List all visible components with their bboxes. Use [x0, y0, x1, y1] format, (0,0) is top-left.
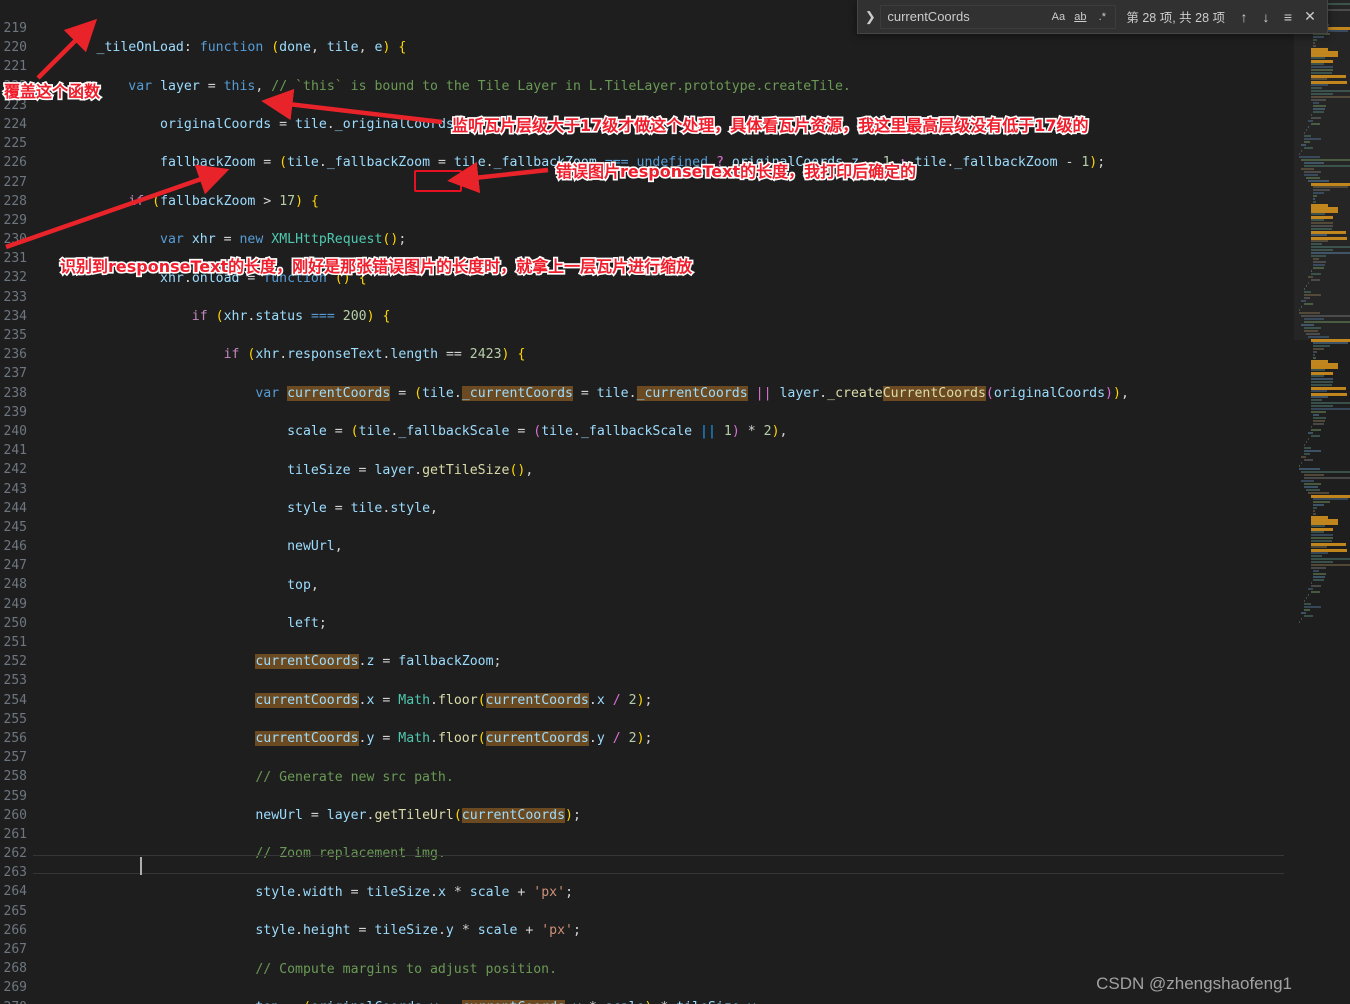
line-number: 255 — [3, 711, 27, 727]
line-number: 256 — [3, 730, 27, 746]
watermark: CSDN @zhengshaofeng1 — [1096, 974, 1292, 993]
annotation-1: 覆盖这个函数 — [2, 80, 101, 102]
line-number: 249 — [3, 596, 27, 612]
close-icon[interactable]: ✕ — [1299, 6, 1321, 28]
line-number: 254 — [3, 692, 27, 708]
line-number: 221 — [3, 59, 27, 75]
line-number: 232 — [3, 270, 27, 286]
annotation-3: 错误图片responseText的长度，我打印后确定的 — [554, 160, 917, 182]
line-number: 239 — [3, 404, 27, 420]
line-number: 268 — [3, 961, 27, 977]
line-number: 243 — [3, 481, 27, 497]
find-options[interactable]: Aa ab .* — [1048, 7, 1112, 27]
line-number: 264 — [3, 884, 27, 900]
line-number: 269 — [3, 980, 27, 996]
line-number: 229 — [3, 212, 27, 228]
line-number: 247 — [3, 558, 27, 574]
annotation-4: 识别到responseText的长度，刚好是那张错误图片的长度时，就拿上一层瓦片… — [58, 255, 693, 277]
line-number: 219 — [3, 21, 27, 36]
code-editor[interactable]: 219 220 221 222 223 224 225 226 227 228 229 230 231 2… — [0, 0, 1294, 1004]
line-number: 258 — [3, 769, 27, 785]
regex-icon[interactable]: .* — [1092, 7, 1112, 27]
line-number: 245 — [3, 519, 27, 535]
line-number: 230 — [3, 232, 27, 248]
minimap-row — [1294, 621, 1350, 624]
line-number: 251 — [3, 635, 27, 650]
line-number: 220 — [3, 40, 27, 56]
line-number: 236 — [3, 347, 27, 363]
whole-word-icon[interactable]: ab — [1070, 7, 1090, 27]
line-number: 253 — [3, 673, 27, 689]
find-input-wrapper[interactable]: Aa ab .* — [880, 4, 1117, 29]
line-number: 237 — [3, 366, 27, 382]
line-number: 235 — [3, 328, 27, 343]
line-number: 238 — [3, 385, 27, 401]
line-number: 257 — [3, 750, 27, 766]
line-number: 246 — [3, 539, 27, 555]
chevron-right-icon[interactable]: ❯ — [860, 6, 880, 28]
find-next-button[interactable]: ↓ — [1255, 6, 1277, 28]
annotation-2: 监听瓦片层级大于17级才做这个处理，具体看瓦片资源，我这里最高层级没有低于17级… — [450, 114, 1090, 136]
line-number: 261 — [3, 826, 27, 842]
line-number: 231 — [3, 251, 27, 267]
line-number: 241 — [3, 443, 27, 459]
line-number: 248 — [3, 577, 27, 593]
match-case-icon[interactable]: Aa — [1048, 7, 1068, 27]
line-number: 263 — [3, 865, 27, 881]
line-number: 267 — [3, 942, 27, 957]
line-number-gutter: 219 220 221 222 223 224 225 226 227 228 229 230 231 2… — [0, 0, 30, 1004]
line-number: 266 — [3, 922, 27, 938]
vscode-window: 219 220 221 222 223 224 225 226 227 228 229 230 231 2… — [0, 0, 1350, 1004]
match-count-label: 第 28 项, 共 28 项 — [1126, 11, 1225, 25]
line-number: 260 — [3, 807, 27, 823]
line-number: 259 — [3, 788, 27, 804]
line-number: 227 — [3, 174, 27, 190]
find-widget[interactable]: ❯ Aa ab .* 第 28 项, 共 28 项 ↑ ↓ ≡ ✕ — [857, 0, 1328, 34]
line-number: 226 — [3, 155, 27, 171]
line-number: 244 — [3, 500, 27, 516]
line-number: 228 — [3, 193, 27, 209]
find-input[interactable] — [887, 9, 1038, 24]
line-number: 233 — [3, 289, 27, 305]
find-in-selection-icon[interactable]: ≡ — [1277, 6, 1299, 28]
line-number: 224 — [3, 116, 27, 132]
find-previous-button[interactable]: ↑ — [1233, 6, 1255, 28]
text-cursor — [140, 857, 142, 875]
line-number: 240 — [3, 423, 27, 439]
minimap[interactable] — [1294, 0, 1350, 1004]
line-number: 270 — [0, 998, 30, 1004]
line-number: 252 — [3, 654, 27, 670]
line-number: 242 — [3, 462, 27, 478]
line-number: 265 — [3, 903, 27, 919]
line-number: 262 — [3, 846, 27, 862]
line-number: 225 — [3, 136, 27, 152]
line-number: 234 — [3, 308, 27, 324]
line-number: 250 — [3, 615, 27, 631]
